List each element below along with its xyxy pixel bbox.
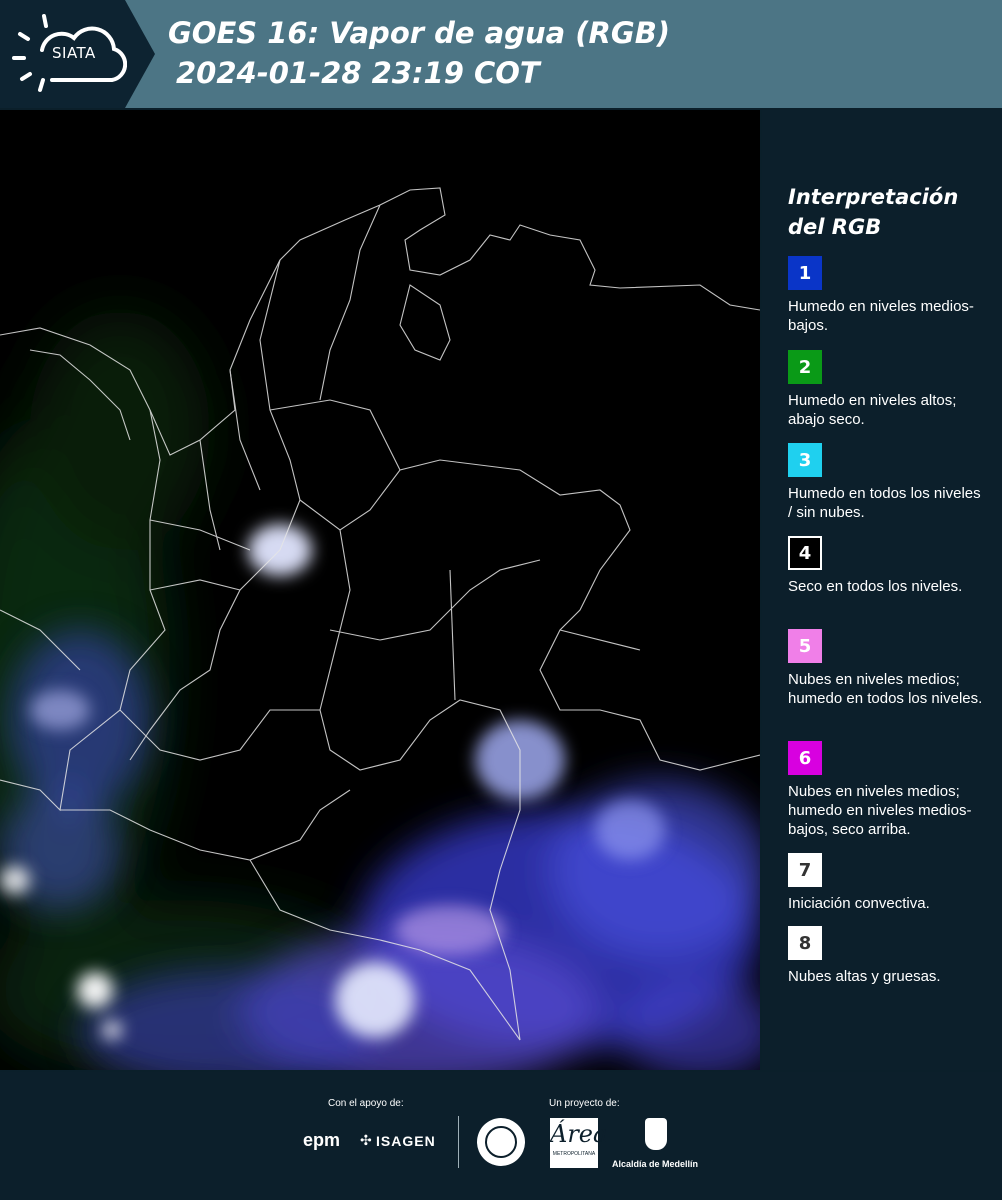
isagen-icon: ✣ [360, 1132, 372, 1148]
satellite-map[interactable] [0, 110, 760, 1070]
page-subtitle-datetime: 2024-01-28 23:19 COT [176, 56, 540, 90]
legend-title: Interpretación del RGB [788, 185, 959, 239]
legend-label: Humedo en todos los niveles / sin nubes. [788, 485, 981, 521]
page-title: GOES 16: Vapor de agua (RGB) [168, 16, 671, 50]
legend-swatch: 7 [788, 853, 822, 887]
legend-item: 5 Nubes en niveles medios; humedo en todo… [788, 629, 988, 708]
footer: Con el apoyo de: Un proyecto de: epm ✣ I… [0, 1072, 1002, 1200]
medellin-crest-icon [645, 1118, 667, 1150]
logo-text: SIATA [52, 44, 96, 62]
legend-panel: Interpretación del RGB 1 Humedo en nivele… [762, 110, 1002, 1070]
legend-item: 7 Iniciación convectiva. [788, 853, 988, 913]
legend-item: 2 Humedo en niveles altos; abajo seco. [788, 350, 988, 429]
legend-swatch: 1 [788, 256, 822, 290]
legend-item: 1 Humedo en niveles medios-bajos. [788, 256, 988, 335]
header-bar: SIATA GOES 16: Vapor de agua (RGB) 2024-… [0, 0, 1002, 108]
legend-label: Nubes en niveles medios; humedo en nivel… [788, 783, 972, 838]
legend-label: Humedo en niveles medios-bajos. [788, 298, 974, 334]
satellite-image [0, 110, 760, 1070]
legend-label: Humedo en niveles altos; abajo seco. [788, 392, 957, 428]
legend-label: Seco en todos los niveles. [788, 578, 963, 595]
legend-swatch: 6 [788, 741, 822, 775]
legend-swatch: 3 [788, 443, 822, 477]
footer-divider [458, 1116, 459, 1168]
siata-logo[interactable]: SIATA [0, 0, 155, 108]
legend-label: Nubes altas y gruesas. [788, 968, 941, 985]
medellin-logo-text[interactable]: Alcaldía de Medellín [612, 1159, 698, 1169]
legend-item: 4 Seco en todos los niveles. [788, 536, 988, 596]
legend-item: 8 Nubes altas y gruesas. [788, 926, 988, 986]
support-label: Con el apoyo de: [328, 1098, 404, 1109]
legend-swatch: 4 [788, 536, 822, 570]
amva-text: METROPOLITANA [552, 1151, 596, 1157]
legend-swatch: 2 [788, 350, 822, 384]
amva-letter: Área [550, 1120, 608, 1148]
project-label: Un proyecto de: [549, 1098, 620, 1109]
legend-item: 6 Nubes en niveles medios; humedo en nive… [788, 741, 988, 839]
legend-swatch: 5 [788, 629, 822, 663]
university-seal-logo[interactable] [477, 1118, 525, 1166]
legend-item: 3 Humedo en todos los niveles / sin nubes… [788, 443, 988, 522]
legend-label: Iniciación convectiva. [788, 895, 930, 912]
legend-swatch: 8 [788, 926, 822, 960]
epm-logo[interactable]: epm [303, 1130, 340, 1151]
area-metropolitana-logo[interactable]: Área METROPOLITANA [550, 1118, 608, 1168]
legend-label: Nubes en niveles medios; humedo en todos… [788, 671, 983, 707]
isagen-logo[interactable]: ISAGEN [376, 1133, 436, 1149]
